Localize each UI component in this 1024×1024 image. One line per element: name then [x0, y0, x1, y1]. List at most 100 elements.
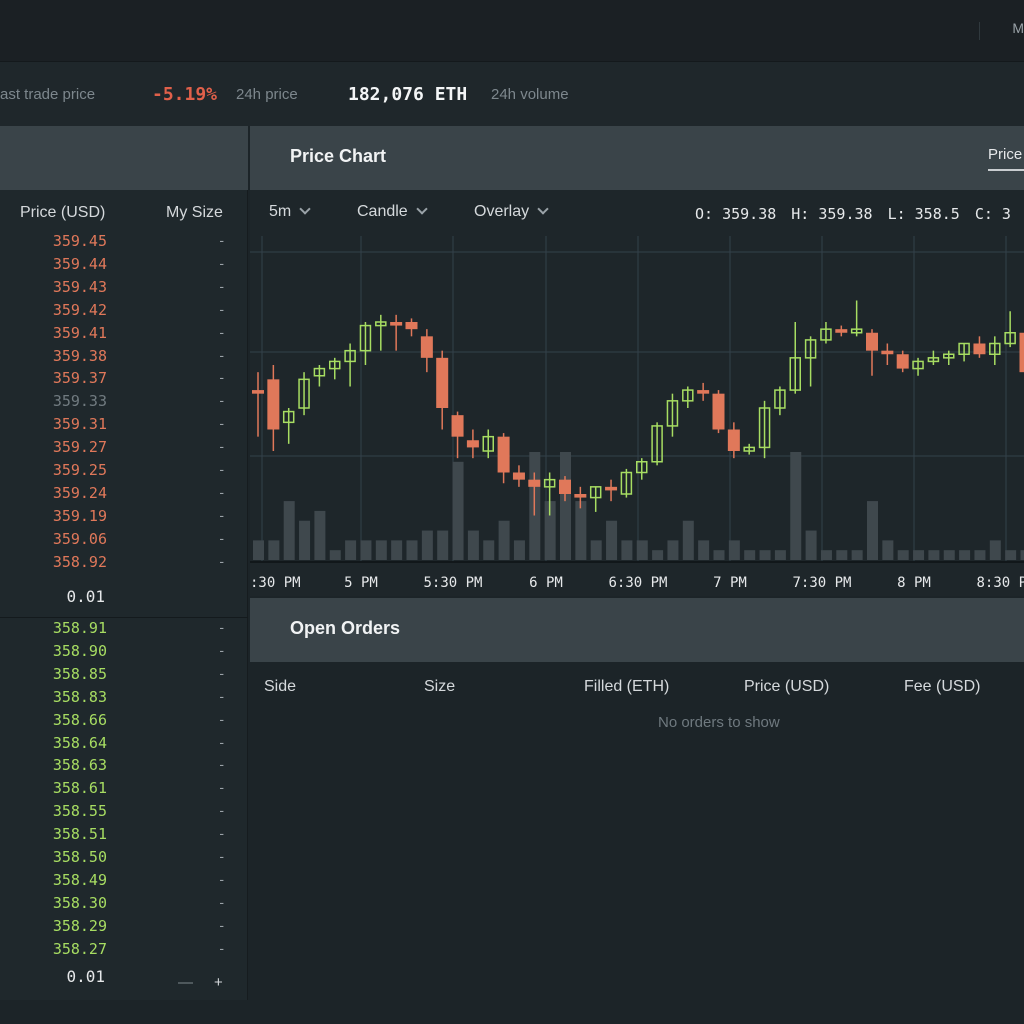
order-price: 358.85	[52, 664, 107, 683]
order-price: 358.51	[52, 825, 107, 844]
candle-body	[727, 429, 740, 451]
volume-bar	[299, 520, 311, 560]
ask-row[interactable]: 358.92 -	[0, 553, 248, 576]
ask-row[interactable]: 359.27 -	[0, 438, 248, 461]
order-my-size: -	[219, 300, 224, 317]
order-price: 359.19	[52, 506, 107, 525]
ask-row[interactable]: 359.42 -	[0, 301, 248, 324]
bid-row[interactable]: 358.91 -	[0, 619, 248, 642]
order-my-size: -	[219, 552, 224, 569]
open-orders-panel: Open Orders Side Size Filled (ETH) Price…	[250, 598, 1024, 1000]
nav-menu-item[interactable]: M	[1012, 20, 1024, 36]
tab-price[interactable]: Price	[988, 146, 1024, 171]
candle-body	[559, 479, 571, 494]
x-tick-label: 8 PM	[897, 575, 931, 591]
ask-row[interactable]: 359.41 -	[0, 324, 248, 347]
order-book-header	[0, 126, 248, 190]
bid-row[interactable]: 358.30 -	[0, 894, 248, 917]
volume-bar	[928, 550, 940, 560]
volume-bar	[406, 540, 418, 560]
x-tick-label: 6:30 PM	[608, 575, 667, 591]
bid-row[interactable]: 358.51 -	[0, 825, 248, 848]
order-my-size: -	[219, 893, 224, 910]
ask-row[interactable]: 359.31 -	[0, 415, 248, 438]
chart-type-dropdown[interactable]: Candle	[357, 203, 428, 221]
top-navigation-bar: M	[0, 0, 1024, 62]
candle-body	[420, 336, 433, 358]
volume-bar	[1005, 550, 1017, 560]
order-my-size: -	[219, 323, 224, 340]
ask-row[interactable]: 359.25 -	[0, 461, 248, 484]
order-price: 359.37	[52, 369, 107, 388]
order-price: 359.45	[52, 232, 107, 250]
bid-row[interactable]: 358.61 -	[0, 779, 248, 802]
ask-row[interactable]: 359.43 -	[0, 278, 248, 301]
ask-row[interactable]: 359.33 -	[0, 392, 248, 415]
bid-row[interactable]: 358.64 -	[0, 734, 248, 757]
candle-body	[574, 494, 587, 498]
order-my-size: -	[219, 848, 224, 864]
bid-row[interactable]: 358.49 -	[0, 871, 248, 894]
volume-bar	[744, 550, 756, 560]
chevron-down-icon	[537, 203, 549, 215]
volume-bar	[805, 530, 817, 560]
bid-row[interactable]: 358.85 -	[0, 665, 248, 688]
last-trade-price-label: ast trade price	[0, 86, 96, 103]
x-tick-label: 7 PM	[713, 575, 747, 591]
volume-bar	[452, 461, 464, 560]
ohlc-readout: O: 359.38 H: 359.38 L: 358.5 C: 3	[695, 205, 1024, 223]
ask-row[interactable]: 359.24 -	[0, 484, 248, 507]
order-price: 359.43	[52, 277, 107, 296]
aggregation-decrease-button[interactable]: —	[178, 974, 193, 991]
volume-bar	[467, 530, 479, 560]
bid-row[interactable]: 358.66 -	[0, 711, 248, 734]
overlay-value: Overlay	[474, 203, 530, 220]
volume-bar	[621, 540, 633, 560]
volume-bar	[391, 540, 403, 560]
ask-row[interactable]: 359.38 -	[0, 347, 248, 370]
bid-row[interactable]: 358.50 -	[0, 848, 248, 871]
chart-type-value: Candle	[357, 203, 408, 220]
volume-bar	[759, 550, 771, 560]
ask-row[interactable]: 359.19 -	[0, 507, 248, 530]
interval-dropdown[interactable]: 5m	[269, 203, 311, 221]
candlestick-chart[interactable]: :30 PM 5 PM 5:30 PM 6 PM 6:30 PM 7 PM 7:30 PM 8…	[250, 236, 1024, 596]
ask-row[interactable]: 359.37 -	[0, 369, 248, 392]
price-chart-panel: Price Chart Price 5m Candle Overlay O: 3…	[250, 126, 1024, 596]
price-change-label: 24h price	[236, 86, 298, 103]
order-my-size: -	[219, 277, 224, 294]
volume-bar	[989, 540, 1001, 560]
chevron-down-icon	[416, 203, 428, 215]
order-my-size: -	[219, 346, 224, 363]
order-my-size: -	[219, 939, 224, 956]
bid-row[interactable]: 358.63 -	[0, 756, 248, 779]
candle-body	[835, 329, 848, 333]
bid-row[interactable]: 358.83 -	[0, 688, 248, 711]
candle-body	[405, 322, 418, 330]
order-my-size: -	[219, 415, 224, 432]
bid-row[interactable]: 358.27 -	[0, 940, 248, 963]
order-price: 359.42	[52, 300, 107, 319]
order-my-size: -	[219, 506, 224, 523]
ask-row[interactable]: 359.45 -	[0, 232, 248, 255]
bid-row[interactable]: 358.55 -	[0, 802, 248, 825]
ask-row[interactable]: 359.06 -	[0, 530, 248, 553]
x-tick-label: 7:30 PM	[792, 575, 851, 591]
bid-row[interactable]: 358.90 -	[0, 642, 248, 665]
overlay-dropdown[interactable]: Overlay	[474, 203, 549, 221]
my-size-column-header: My Size	[166, 204, 223, 221]
ask-row[interactable]: 359.44 -	[0, 255, 248, 278]
chart-toolbar: 5m Candle Overlay O: 359.38 H: 359.38 L: 3…	[250, 190, 1024, 236]
size-column-header: Size	[424, 678, 456, 695]
volume-bar	[897, 550, 909, 560]
aggregation-increase-button[interactable]: +	[214, 974, 223, 991]
price-column-header: Price (USD)	[744, 678, 830, 695]
order-my-size: -	[219, 369, 224, 386]
order-price: 359.06	[52, 529, 107, 548]
filled-column-header: Filled (ETH)	[584, 678, 670, 695]
bid-row[interactable]: 358.29 -	[0, 917, 248, 940]
ohlc-low: L: 358.5	[887, 205, 960, 223]
order-my-size: -	[219, 916, 224, 933]
order-my-size: -	[219, 687, 224, 704]
ohlc-open: O: 359.38	[695, 205, 777, 223]
